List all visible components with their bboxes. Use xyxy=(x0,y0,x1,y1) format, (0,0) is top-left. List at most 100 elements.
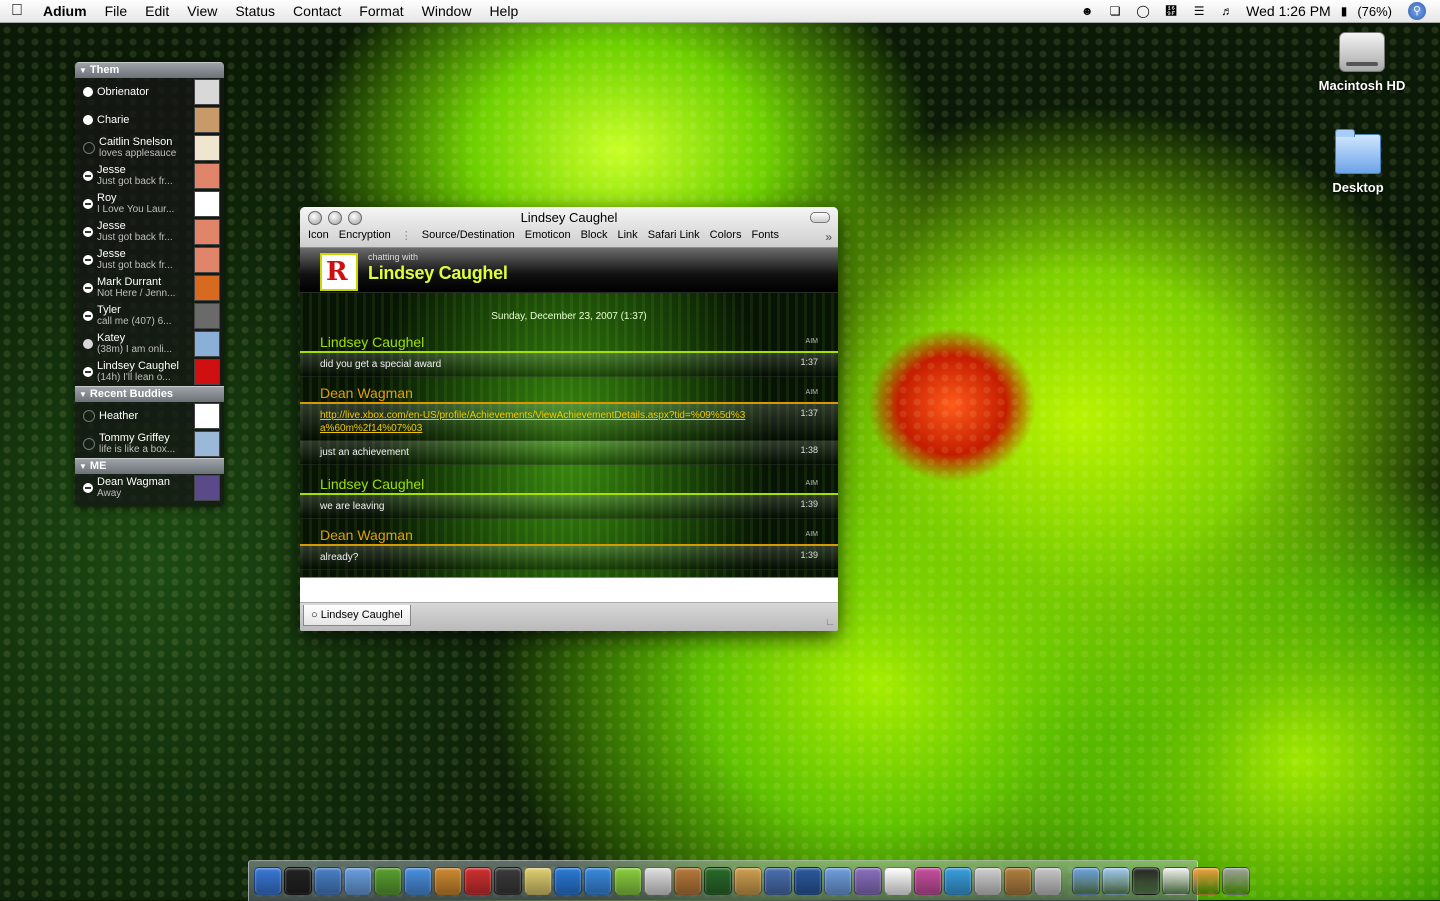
dock-app-icon[interactable] xyxy=(914,867,942,895)
toolbar-overflow-chevron-icon[interactable]: » xyxy=(825,230,832,244)
menu-edit[interactable]: Edit xyxy=(136,3,178,19)
dock-stack-icon[interactable] xyxy=(1132,867,1160,895)
dock-app-icon[interactable] xyxy=(1004,867,1032,895)
buddy-avatar xyxy=(194,403,220,429)
toolbar-emoticon-button[interactable]: Emoticon xyxy=(525,229,571,242)
message-transcript[interactable]: R chatting with Lindsey Caughel Sunday, … xyxy=(300,248,838,577)
dock-app-icon[interactable] xyxy=(404,867,432,895)
buddy-row[interactable]: Lindsey Caughel (14h) I'll lean o... xyxy=(75,358,224,386)
dock-app-icon[interactable] xyxy=(764,867,792,895)
menu-clock[interactable]: Wed 1:26 PM xyxy=(1246,3,1331,19)
toolbar-link-button[interactable]: Link xyxy=(618,229,638,242)
bluetooth-icon[interactable]: ᚟ xyxy=(1162,4,1180,18)
menu-status[interactable]: Status xyxy=(226,3,284,19)
buddy-row[interactable]: Tyler call me (407) 6... xyxy=(75,302,224,330)
toolbar-toggle-button[interactable] xyxy=(810,212,830,223)
away-status-icon xyxy=(83,227,93,237)
dock-app-icon[interactable] xyxy=(464,867,492,895)
disclosure-triangle-icon[interactable]: ▼ xyxy=(79,390,87,399)
buddy-row[interactable]: Heather xyxy=(75,402,224,430)
dock-app-icon[interactable] xyxy=(584,867,612,895)
buddy-avatar xyxy=(194,247,220,273)
apple-menu-icon[interactable]:  xyxy=(0,2,34,20)
menu-file[interactable]: File xyxy=(96,3,137,19)
spaces-icon[interactable]: ❏ xyxy=(1106,4,1124,18)
dock-app-icon[interactable] xyxy=(854,867,882,895)
buddy-avatar xyxy=(194,191,220,217)
battery-percent[interactable]: (76%) xyxy=(1357,4,1392,19)
resize-grip-icon[interactable]: ∟ xyxy=(825,617,835,628)
toolbar-source-destination-button[interactable]: Source/Destination xyxy=(422,229,515,242)
disclosure-triangle-icon[interactable]: ▼ xyxy=(79,462,87,471)
dock-app-icon[interactable] xyxy=(824,867,852,895)
battery-icon[interactable]: ▮ xyxy=(1341,4,1348,18)
desktop-icon-desktop-folder[interactable]: Desktop xyxy=(1308,129,1408,195)
buddy-row[interactable]: Obrienator xyxy=(75,78,224,106)
buddy-row[interactable]: Jesse Just got back fr... xyxy=(75,218,224,246)
spotlight-icon[interactable]: ⚲ xyxy=(1408,2,1426,20)
buddy-row[interactable]: Dean Wagman Away xyxy=(75,474,224,502)
chat-tab[interactable]: ○ Lindsey Caughel xyxy=(303,605,411,626)
dock-stack-icon[interactable] xyxy=(1072,867,1100,895)
dock-app-icon[interactable] xyxy=(524,867,552,895)
dock-app-icon[interactable] xyxy=(614,867,642,895)
chat-buddy-name: Lindsey Caughel xyxy=(368,263,508,283)
menu-format[interactable]: Format xyxy=(350,3,412,19)
menu-app[interactable]: Adium xyxy=(34,3,96,19)
menu-help[interactable]: Help xyxy=(480,3,527,19)
dock-app-icon[interactable] xyxy=(494,867,522,895)
dock-app-icon[interactable] xyxy=(944,867,972,895)
dock-app-icon[interactable] xyxy=(374,867,402,895)
dock-app-icon[interactable] xyxy=(554,867,582,895)
message-input[interactable] xyxy=(300,577,838,603)
dock-app-icon[interactable] xyxy=(794,867,822,895)
adium-status-icon[interactable]: ☻ xyxy=(1078,4,1096,18)
message-line: http://live.xbox.com/en-US/profile/Achie… xyxy=(300,404,838,441)
group-header-recent-buddies[interactable]: ▼ Recent Buddies xyxy=(75,386,224,402)
sender-name: Lindsey Caughel xyxy=(320,476,425,492)
window-titlebar[interactable]: Lindsey Caughel Icon Encryption ⋮ Source… xyxy=(300,207,838,248)
message-link[interactable]: http://live.xbox.com/en-US/profile/Achie… xyxy=(320,410,745,434)
dock-app-icon[interactable] xyxy=(434,867,462,895)
dock-app-icon[interactable] xyxy=(704,867,732,895)
dock-app-icon[interactable] xyxy=(974,867,1002,895)
toolbar-fonts-button[interactable]: Fonts xyxy=(751,229,779,242)
menu-window[interactable]: Window xyxy=(413,3,481,19)
dock-app-icon[interactable] xyxy=(734,867,762,895)
dock-stack-icon[interactable] xyxy=(1102,867,1130,895)
group-header-me[interactable]: ▼ ME xyxy=(75,458,224,474)
buddy-row[interactable]: Caitlin Snelson loves applesauce xyxy=(75,134,224,162)
dock-app-icon[interactable] xyxy=(344,867,372,895)
chat-bubble-icon[interactable]: ◯ xyxy=(1134,4,1152,18)
dock-app-icon[interactable] xyxy=(1034,867,1062,895)
toolbar-safari-link-button[interactable]: Safari Link xyxy=(648,229,700,242)
wifi-icon[interactable]: ☰ xyxy=(1190,4,1208,18)
dock-app-icon[interactable] xyxy=(674,867,702,895)
service-label: AIM xyxy=(805,480,818,487)
buddy-row[interactable]: Roy I Love You Laur... xyxy=(75,190,224,218)
group-header-them[interactable]: ▼ Them xyxy=(75,62,224,78)
dock-app-icon[interactable] xyxy=(884,867,912,895)
toolbar-block-button[interactable]: Block xyxy=(581,229,608,242)
buddy-row[interactable]: Katey (38m) I am onli... xyxy=(75,330,224,358)
dock-stack-icon[interactable] xyxy=(1162,867,1190,895)
buddy-row[interactable]: Mark Durrant Not Here / Jenn... xyxy=(75,274,224,302)
menu-view[interactable]: View xyxy=(178,3,226,19)
dock-app-icon[interactable] xyxy=(314,867,342,895)
buddy-row[interactable]: Tommy Griffey life is like a box... xyxy=(75,430,224,458)
toolbar-colors-button[interactable]: Colors xyxy=(710,229,742,242)
buddy-row[interactable]: Jesse Just got back fr... xyxy=(75,162,224,190)
disclosure-triangle-icon[interactable]: ▼ xyxy=(79,66,87,75)
dock-app-icon[interactable] xyxy=(254,867,282,895)
toolbar-icon-button[interactable]: Icon xyxy=(308,229,329,242)
buddy-row[interactable]: Jesse Just got back fr... xyxy=(75,246,224,274)
trash-icon[interactable] xyxy=(1222,867,1250,895)
buddy-row[interactable]: Charie xyxy=(75,106,224,134)
volume-icon[interactable]: ♬ xyxy=(1218,4,1236,18)
dock-stack-icon[interactable] xyxy=(1192,867,1220,895)
menu-contact[interactable]: Contact xyxy=(284,3,350,19)
toolbar-encryption-button[interactable]: Encryption xyxy=(339,229,391,242)
dock-app-icon[interactable] xyxy=(284,867,312,895)
dock-app-icon[interactable] xyxy=(644,867,672,895)
desktop-icon-macintosh-hd[interactable]: Macintosh HD xyxy=(1312,32,1412,93)
